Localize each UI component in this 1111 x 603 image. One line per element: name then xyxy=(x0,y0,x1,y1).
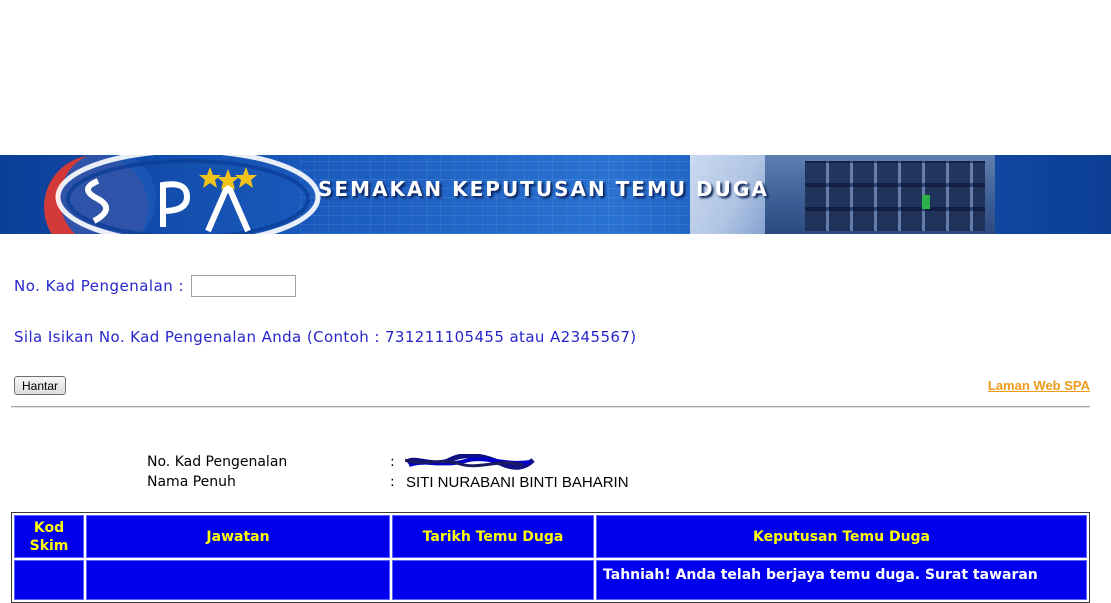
spa-logo-icon xyxy=(44,155,321,234)
keyboard-led xyxy=(922,195,930,209)
cell-jawatan xyxy=(86,560,390,600)
detail-ic-label: No. Kad Pengenalan xyxy=(147,454,288,470)
banner-title: SEMAKAN KEPUTUSAN TEMU DUGA xyxy=(318,177,769,201)
col-jawatan: Jawatan xyxy=(86,515,390,558)
ic-label: No. Kad Pengenalan : xyxy=(14,277,185,295)
cell-keputusan: Tahniah! Anda telah berjaya temu duga. S… xyxy=(596,560,1087,600)
result-table: Kod Skim Jawatan Tarikh Temu Duga Keputu… xyxy=(11,512,1090,603)
divider xyxy=(11,406,1090,408)
col-kod-skim: Kod Skim xyxy=(14,515,84,558)
col-tarikh: Tarikh Temu Duga xyxy=(392,515,594,558)
table-row: Tahniah! Anda telah berjaya temu duga. S… xyxy=(14,560,1087,600)
spa-website-link[interactable]: Laman Web SPA xyxy=(988,378,1090,393)
submit-button[interactable]: Hantar xyxy=(14,376,66,395)
detail-ic-separator: : xyxy=(390,454,395,470)
table-header-row: Kod Skim Jawatan Tarikh Temu Duga Keputu… xyxy=(14,515,1087,558)
cell-tarikh xyxy=(392,560,594,600)
banner-keyboard-graphic xyxy=(765,155,995,234)
cell-kod-skim xyxy=(14,560,84,600)
ic-hint: Sila Isikan No. Kad Pengenalan Anda (Con… xyxy=(14,328,637,346)
header-banner: SEMAKAN KEPUTUSAN TEMU DUGA xyxy=(0,155,1111,234)
ic-input[interactable] xyxy=(191,275,296,297)
detail-name-separator: : xyxy=(390,474,395,490)
detail-name-value: SITI NURABANI BINTI BAHARIN xyxy=(406,474,629,491)
col-kod-skim-label: Kod Skim xyxy=(29,519,69,554)
col-keputusan: Keputusan Temu Duga xyxy=(596,515,1087,558)
detail-name-label: Nama Penuh xyxy=(147,474,236,490)
redacted-ic-value xyxy=(405,454,535,470)
keyboard-keys xyxy=(805,161,985,231)
